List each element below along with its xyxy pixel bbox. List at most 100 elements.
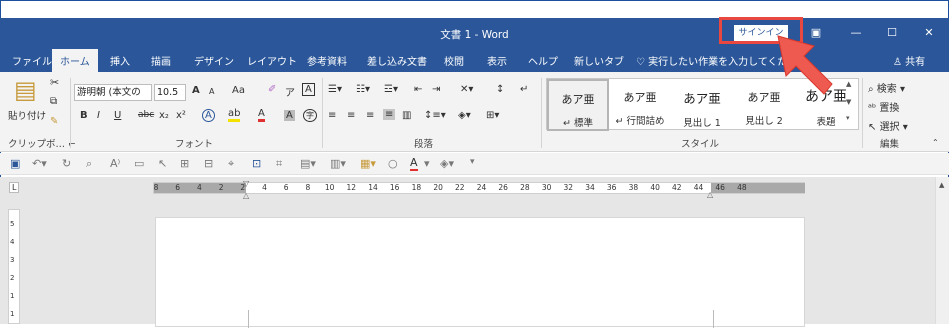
arrange-icon[interactable]: ▥▾ bbox=[330, 157, 346, 170]
justify-icon[interactable]: ≡ bbox=[383, 109, 396, 120]
phonetic-guide-icon[interactable]: ア bbox=[285, 84, 295, 99]
ruler-tick-label: 36 bbox=[606, 183, 617, 192]
char-shading-button[interactable]: A bbox=[284, 110, 295, 121]
print-preview-icon[interactable]: ⌕ bbox=[86, 157, 92, 171]
text-effects-button[interactable]: A bbox=[202, 109, 215, 122]
tab-help[interactable]: ヘルプ bbox=[528, 53, 558, 68]
italic-button[interactable]: I bbox=[97, 110, 100, 121]
shading-icon[interactable]: ◈▾ bbox=[458, 110, 471, 121]
align-left-icon[interactable]: ≡ bbox=[328, 110, 336, 121]
read-aloud-icon[interactable]: A⁾ bbox=[110, 157, 120, 170]
increase-indent-icon[interactable]: ⇥ bbox=[432, 84, 440, 95]
textbox-icon[interactable]: ▤▾ bbox=[300, 157, 316, 170]
style-normal[interactable]: あア亜 ↵ 標準 bbox=[547, 79, 609, 131]
tab-review[interactable]: 校閲 bbox=[444, 53, 464, 68]
replace-button[interactable]: ᵃᵇ 置換 bbox=[868, 99, 899, 114]
fill-icon[interactable]: ◈▾ bbox=[440, 157, 454, 170]
document-page[interactable] bbox=[155, 217, 805, 328]
cut-icon[interactable]: ✂ bbox=[50, 76, 59, 89]
qat-font-color-icon[interactable]: A bbox=[410, 157, 418, 171]
underline-button[interactable]: U bbox=[114, 110, 121, 121]
scroll-up-icon[interactable]: ▲ bbox=[939, 181, 944, 189]
line-spacing-icon[interactable]: ↕≡▾ bbox=[424, 110, 446, 121]
tab-home[interactable]: ホーム bbox=[52, 49, 98, 72]
pin-icon[interactable]: ⌖ bbox=[228, 157, 234, 171]
ruler-tick-label: 26 bbox=[498, 183, 508, 192]
sort-icon[interactable]: ↕ bbox=[496, 84, 504, 95]
tab-insert[interactable]: 挿入 bbox=[110, 53, 130, 68]
first-indent-marker-icon[interactable]: ▽ bbox=[243, 179, 249, 188]
table-icon[interactable]: ⊞ bbox=[180, 157, 189, 170]
ruler-tick-label: 24 bbox=[476, 183, 487, 192]
circle-icon[interactable]: ○ bbox=[388, 157, 398, 170]
gallery-scroll-down-icon[interactable]: ▼ bbox=[846, 98, 851, 106]
vertical-ruler[interactable]: 5 4 3 2 1 1 bbox=[8, 209, 20, 324]
tab-draw[interactable]: 描画 bbox=[151, 53, 171, 68]
align-center-icon[interactable]: ≡ bbox=[347, 110, 355, 121]
select-objects-icon[interactable]: ↖ bbox=[158, 157, 167, 170]
tab-references[interactable]: 参考資料 bbox=[307, 53, 347, 68]
enclose-char-button[interactable]: 字 bbox=[303, 109, 317, 122]
clear-format-icon[interactable]: ✐ bbox=[268, 84, 276, 95]
find-button[interactable]: ⌕ 検索 ▾ bbox=[868, 80, 905, 95]
style-heading-1[interactable]: あア亜 見出し 1 bbox=[671, 79, 733, 131]
qat-font-color-dropdown-icon[interactable]: ▾ bbox=[424, 157, 430, 170]
change-case-button[interactable]: Aa bbox=[232, 85, 245, 96]
show-marks-icon[interactable]: ↵ bbox=[520, 84, 528, 95]
strikethrough-button[interactable]: abc bbox=[138, 110, 154, 120]
gallery-scroll-up-icon[interactable]: ▲ bbox=[846, 80, 851, 88]
undo-icon[interactable]: ↶▾ bbox=[32, 157, 47, 170]
right-indent-marker-icon[interactable]: △ bbox=[707, 190, 713, 199]
tab-selector-icon[interactable]: L bbox=[9, 182, 20, 193]
bullets-icon[interactable]: ☰▾ bbox=[328, 84, 342, 95]
tab-layout[interactable]: レイアウト bbox=[247, 53, 297, 68]
multilevel-list-icon[interactable]: ☲▾ bbox=[384, 84, 398, 95]
maximize-button[interactable]: ☐ bbox=[882, 25, 902, 41]
customize-qat-icon[interactable]: ▾ bbox=[470, 157, 475, 167]
vertical-ruler-tick-label: 1 bbox=[10, 292, 15, 300]
wrap-icon[interactable]: ▦▾ bbox=[360, 157, 376, 170]
bold-button[interactable]: B bbox=[80, 110, 88, 121]
tab-mailings[interactable]: 差し込み文書 bbox=[367, 53, 427, 68]
redo-icon[interactable]: ↻ bbox=[62, 157, 71, 170]
select-button[interactable]: ↖ 選択 ▾ bbox=[868, 118, 908, 133]
font-name-combo[interactable]: 游明朝 (本文の bbox=[74, 84, 152, 101]
ruler-tick-label: 38 bbox=[628, 183, 639, 192]
format-painter-icon[interactable]: ✎ bbox=[50, 116, 58, 127]
distributed-icon[interactable]: ▥ bbox=[402, 110, 411, 121]
align-right-icon[interactable]: ≡ bbox=[366, 110, 374, 121]
tab-new[interactable]: 新しいタブ bbox=[574, 53, 624, 68]
paste-button[interactable]: 貼り付け bbox=[8, 108, 46, 122]
decrease-indent-icon[interactable]: ⇤ bbox=[414, 84, 422, 95]
shrink-font-button[interactable]: A bbox=[209, 87, 214, 96]
replace-icon: ᵃᵇ bbox=[868, 103, 880, 114]
numbering-icon[interactable]: ☷▾ bbox=[356, 84, 370, 95]
tab-design[interactable]: デザイン bbox=[194, 53, 234, 68]
collapse-ribbon-icon[interactable]: ⌃ bbox=[932, 138, 939, 147]
superscript-button[interactable]: x² bbox=[176, 110, 186, 121]
copy-icon[interactable]: ⧉ bbox=[50, 96, 57, 107]
vertical-scrollbar[interactable]: ▲ bbox=[935, 177, 949, 324]
character-border-button[interactable]: A bbox=[302, 83, 315, 96]
subscript-button[interactable]: x₂ bbox=[159, 110, 169, 121]
comment-icon[interactable]: ▭ bbox=[134, 157, 144, 170]
grow-font-button[interactable]: A bbox=[192, 85, 200, 96]
tab-file[interactable]: ファイル bbox=[12, 53, 52, 68]
share-button[interactable]: ♙ 共有 bbox=[893, 53, 925, 68]
paste-icon[interactable]: ▤ bbox=[14, 76, 37, 104]
style-no-spacing[interactable]: あア亜 ↵ 行間詰め bbox=[609, 79, 671, 131]
table-insert-icon[interactable]: ⊟ bbox=[204, 157, 213, 170]
frame-icon[interactable]: ⊡ bbox=[252, 157, 261, 170]
borders-icon[interactable]: ⊞▾ bbox=[486, 110, 499, 121]
highlight-color-button[interactable]: ab bbox=[228, 108, 241, 122]
shape-icon[interactable]: ⌗ bbox=[276, 157, 282, 171]
tab-view[interactable]: 表示 bbox=[487, 53, 507, 68]
close-button[interactable]: ✕ bbox=[919, 25, 939, 41]
save-icon[interactable]: ▣ bbox=[10, 157, 20, 170]
asian-layout-icon[interactable]: ✕▾ bbox=[460, 84, 473, 95]
gallery-more-icon[interactable]: ▾ bbox=[846, 114, 850, 122]
ruler-tick-label: 6 bbox=[175, 183, 181, 192]
font-size-combo[interactable]: 10.5 bbox=[154, 84, 186, 101]
minimize-button[interactable]: — bbox=[846, 25, 866, 41]
font-color-button[interactable]: A bbox=[258, 108, 265, 122]
